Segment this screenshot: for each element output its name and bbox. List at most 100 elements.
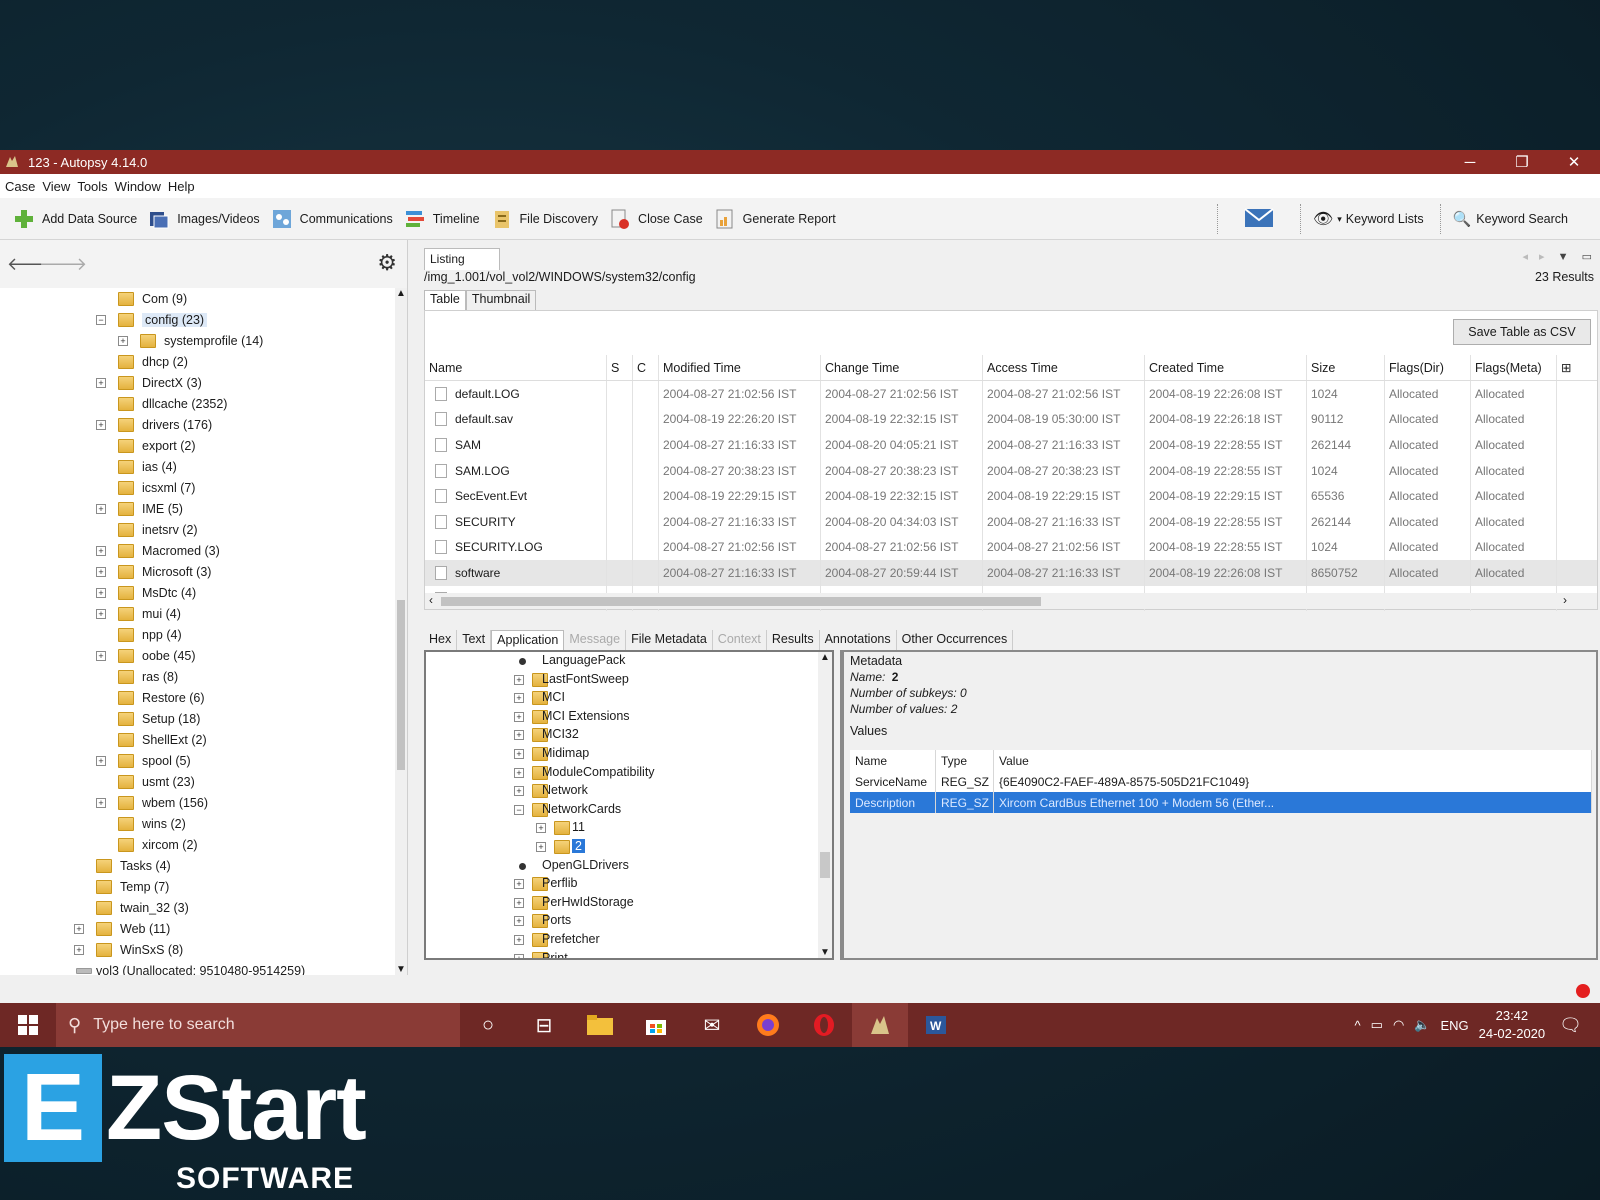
registry-key[interactable]: − NetworkCards [426,801,832,820]
table-row[interactable]: SecEvent.Evt 2004-08-19 22:29:15 IST 2004-… [425,483,1597,509]
tree-item[interactable]: Com (9) [0,288,396,309]
tree-item[interactable]: + IME (5) [0,498,396,519]
registry-key[interactable]: +2 [426,838,832,857]
tree-item[interactable]: + Microsoft (3) [0,561,396,582]
registry-key[interactable]: + MCI Extensions [426,708,832,727]
tab-results[interactable]: Results [767,630,820,650]
forward-arrow-icon[interactable]: 🡒 [39,251,87,277]
expand-icon[interactable]: + [514,916,524,927]
gear-icon[interactable]: ⚙ [377,250,397,276]
tree-item[interactable]: Restore (6) [0,687,396,708]
scroll-left-icon[interactable]: ‹ [429,593,433,607]
file-explorer-icon[interactable] [572,1003,628,1047]
expand-icon[interactable]: + [96,545,106,556]
expand-icon[interactable]: + [514,730,524,741]
expand-icon[interactable]: + [514,879,524,890]
tab-table[interactable]: Table [424,290,466,310]
tree-item[interactable]: dllcache (2352) [0,393,396,414]
values-column-header[interactable]: Type [936,750,994,771]
restore-button[interactable]: ❐ [1496,150,1548,174]
tab-file-metadata[interactable]: File Metadata [626,630,713,650]
tree-item[interactable]: + mui (4) [0,603,396,624]
expand-icon[interactable]: + [96,755,106,766]
column-header[interactable]: S [607,355,633,380]
close-case-button[interactable]: Close Case [608,207,703,231]
add-data-source-button[interactable]: Add Data Source [12,207,137,231]
expand-icon[interactable]: + [96,419,106,430]
registry-key[interactable]: + Perflib [426,875,832,894]
expand-icon[interactable]: + [514,711,524,722]
table-row[interactable]: SAM 2004-08-27 21:16:33 IST 2004-08-20 04:… [425,432,1597,458]
tree-item[interactable]: + Web (11) [0,918,396,939]
autopsy-taskbar-icon[interactable] [852,1003,908,1047]
tab-right-icon[interactable]: ▸ [1539,251,1545,263]
notifications-icon[interactable]: 🗨 [1559,1015,1582,1036]
word-icon[interactable]: W [908,1003,964,1047]
values-row[interactable]: ServiceName REG_SZ {6E4090C2-FAEF-489A-857… [850,771,1592,792]
menu-view[interactable]: View [41,179,76,194]
keyword-search-button[interactable]: 🔍 Keyword Search [1453,210,1568,228]
expand-icon[interactable]: + [96,377,106,388]
tree-item[interactable]: ias (4) [0,456,396,477]
registry-scrollbar[interactable]: ▲ ▼ [818,652,832,958]
tree-item[interactable]: Setup (18) [0,708,396,729]
tree-item[interactable]: ras (8) [0,666,396,687]
expand-icon[interactable]: + [96,587,106,598]
registry-scroll-thumb[interactable] [820,852,830,878]
tree-scrollbar[interactable]: ▲ ▼ [395,288,407,975]
table-row[interactable]: SECURITY 2004-08-27 21:16:33 IST 2004-08-2… [425,508,1597,535]
tree-item[interactable]: inetsrv (2) [0,519,396,540]
collapse-icon[interactable]: − [96,314,106,325]
expand-icon[interactable]: + [514,786,524,797]
close-window-button[interactable]: ✕ [1548,150,1600,174]
tree-item[interactable]: icsxml (7) [0,477,396,498]
tab-listing[interactable]: Listing [424,248,500,270]
scroll-down-icon[interactable]: ▼ [820,947,830,958]
tree-item[interactable]: + MsDtc (4) [0,582,396,603]
expand-icon[interactable]: + [96,608,106,619]
mail-app-icon[interactable]: ✉ [684,1003,740,1047]
menu-case[interactable]: Case [4,179,41,194]
tree-scroll-thumb[interactable] [397,600,405,770]
column-header[interactable]: C [633,355,659,380]
registry-key[interactable]: + ModuleCompatibility [426,764,832,783]
expand-icon[interactable]: + [514,674,524,685]
windows-start-icon[interactable] [0,1003,56,1047]
expand-icon[interactable]: + [514,693,524,704]
registry-key[interactable]: OpenGLDrivers [426,857,832,876]
registry-key[interactable]: + Midimap [426,745,832,764]
table-row[interactable]: default.sav 2004-08-19 22:26:20 IST 2004-0… [425,406,1597,433]
column-header[interactable]: Flags(Meta) [1471,355,1557,380]
tab-left-icon[interactable]: ◂ [1522,251,1528,263]
tab-application[interactable]: Application [491,630,565,650]
expand-icon[interactable]: + [96,503,106,514]
store-icon[interactable] [628,1003,684,1047]
tab-other-occurrences[interactable]: Other Occurrences [897,630,1014,650]
volume-icon[interactable]: 🔈 [1414,1017,1430,1033]
values-row[interactable]: Description REG_SZ Xircom CardBus Ethernet… [850,792,1592,813]
table-row[interactable]: software 2004-08-27 21:16:33 IST 2004-08-2… [425,560,1597,586]
scroll-up-icon[interactable]: ▲ [396,288,406,299]
column-header[interactable]: Change Time [821,355,983,380]
tree-item[interactable]: ShellExt (2) [0,729,396,750]
registry-key[interactable]: LanguagePack [426,652,832,671]
tree-item[interactable]: twain_32 (3) [0,897,396,918]
expand-icon[interactable]: + [514,897,524,908]
tab-dropdown-icon[interactable]: ▼ [1558,251,1569,263]
column-chooser-icon[interactable]: ⊞ [1557,355,1581,380]
registry-key[interactable]: + PerHwIdStorage [426,894,832,913]
registry-key[interactable]: +11 [426,819,832,838]
table-scroll-thumb[interactable] [441,597,1041,606]
tab-thumbnail[interactable]: Thumbnail [465,290,537,310]
column-header[interactable]: Modified Time [659,355,821,380]
show-hidden-icons-icon[interactable]: ^ [1355,1018,1361,1033]
column-header[interactable]: Name [425,355,607,380]
mail-icon[interactable] [1244,207,1274,231]
error-indicator-icon[interactable] [1576,984,1590,998]
expand-icon[interactable]: + [96,566,106,577]
generate-report-button[interactable]: Generate Report [713,207,836,231]
expand-icon[interactable]: + [536,823,546,834]
registry-key[interactable]: + LastFontSweep [426,671,832,690]
tree-item[interactable]: + wbem (156) [0,792,396,813]
tree-item[interactable]: usmt (23) [0,771,396,792]
